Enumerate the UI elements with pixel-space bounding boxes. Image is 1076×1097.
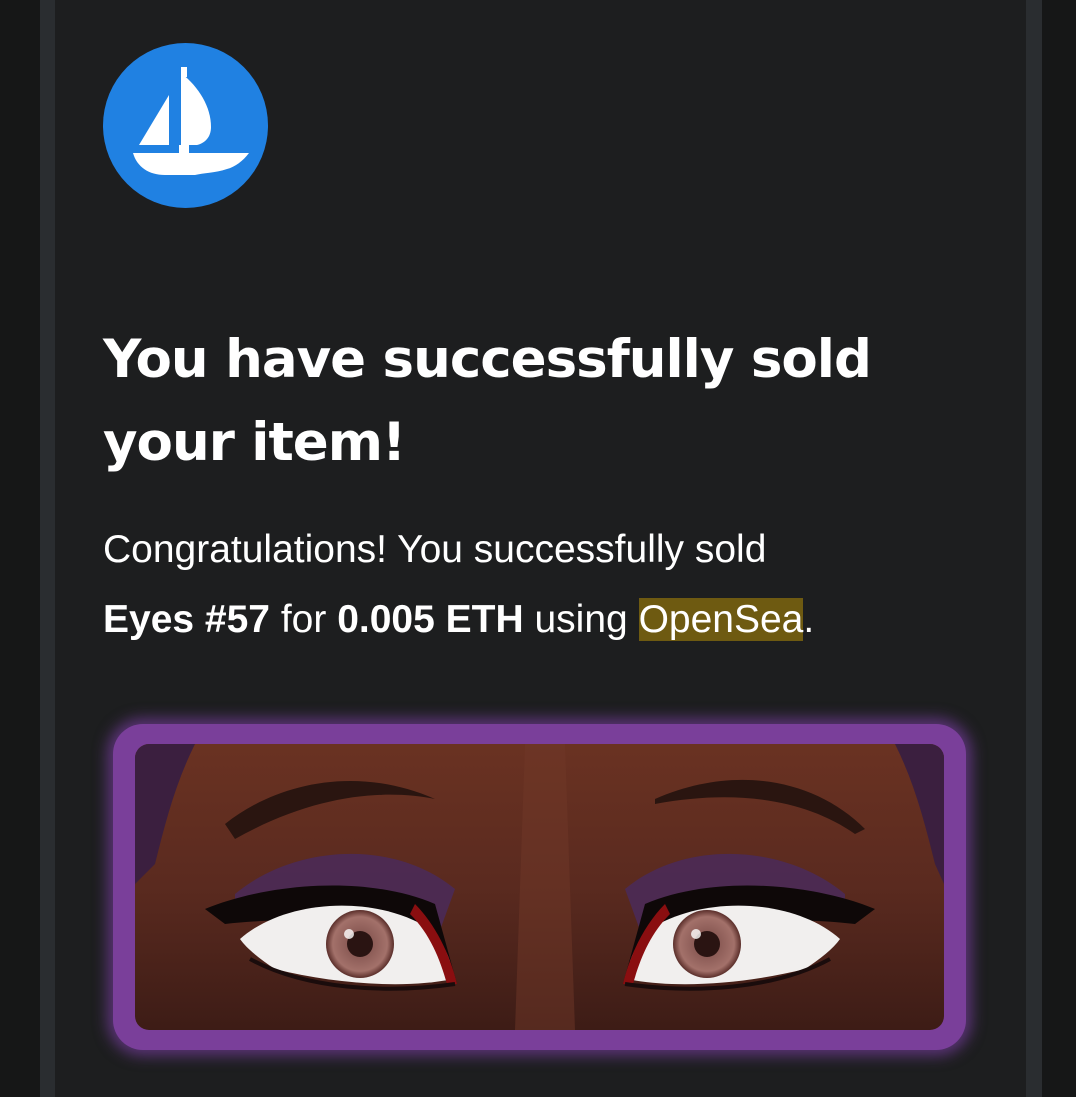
email-headline: You have successfully sold your item! <box>103 329 872 473</box>
nft-eyes-artwork-icon <box>135 744 944 1030</box>
message-using: using <box>534 598 628 641</box>
email-message: Congratulations! You successfully sold Ey… <box>103 515 983 655</box>
email-view: You have successfully sold your item! Co… <box>0 0 1076 1097</box>
left-border <box>40 0 55 1097</box>
left-gutter <box>0 0 40 1097</box>
message-intro: Congratulations! You successfully sold <box>103 528 767 571</box>
opensea-logo-icon[interactable] <box>103 43 268 208</box>
item-name: Eyes #57 <box>103 598 270 641</box>
right-gutter <box>1042 0 1076 1097</box>
nft-image-frame[interactable] <box>113 724 966 1050</box>
right-border <box>1026 0 1042 1097</box>
sale-price: 0.005 ETH <box>337 598 524 641</box>
message-for: for <box>280 598 327 641</box>
message-ending: . <box>803 598 815 641</box>
platform-link[interactable]: OpenSea <box>638 598 804 641</box>
